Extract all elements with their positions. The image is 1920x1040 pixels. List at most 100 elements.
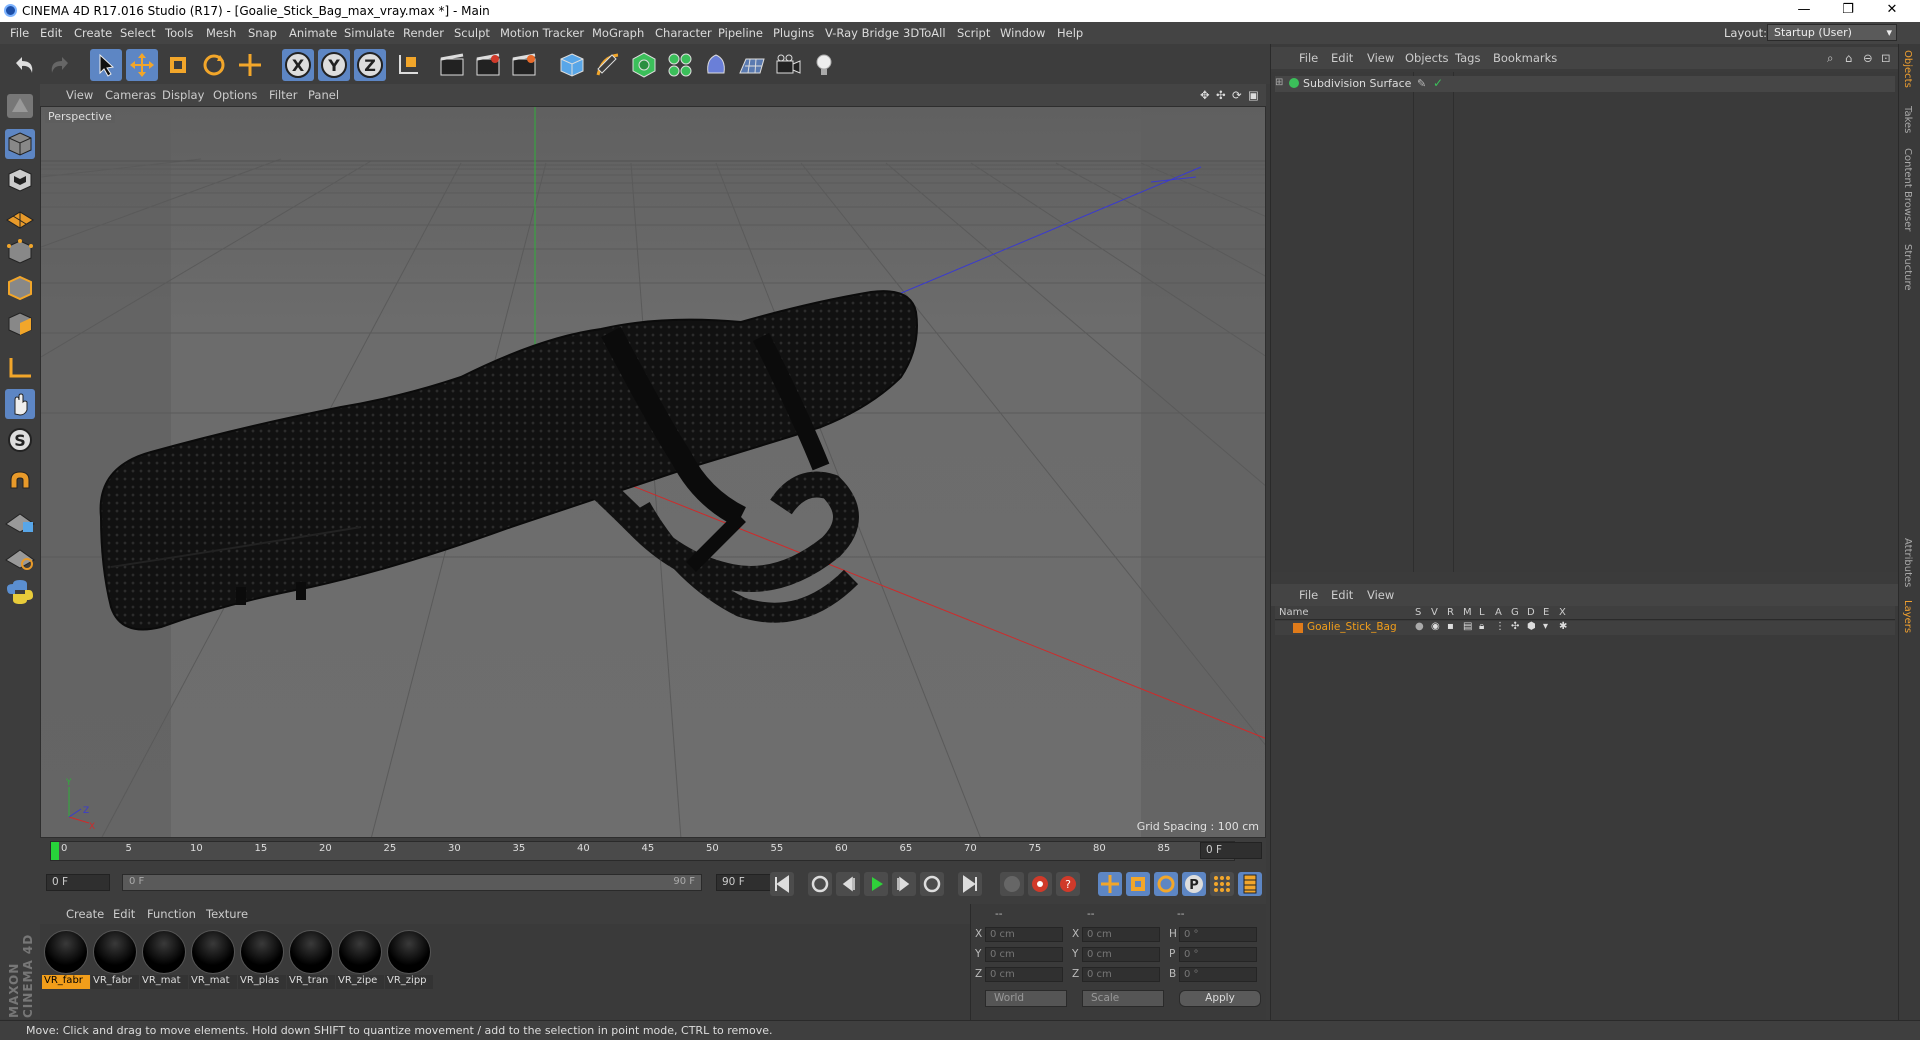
autokey-button[interactable] (1028, 872, 1052, 896)
viewport-menu-panel[interactable]: Panel (308, 88, 339, 102)
rotate-tool-button[interactable] (198, 49, 230, 81)
viewport-move-icon[interactable]: ✥ (1200, 88, 1210, 102)
make-editable-button[interactable] (3, 90, 37, 122)
deformer-button[interactable] (700, 49, 732, 81)
manager-toggle-icon[interactable]: ▤ (1463, 621, 1472, 632)
object-row-subdivision-surface[interactable]: ⊞ Subdivision Surface ✎ ✓ (1275, 76, 1895, 92)
workplane-mode-button[interactable] (3, 200, 37, 232)
restore-button[interactable]: ❐ (1826, 0, 1870, 22)
menu-plugins[interactable]: Plugins (773, 26, 814, 40)
menu-vray-bridge[interactable]: V-Ray Bridge (825, 26, 899, 40)
menu-select[interactable]: Select (120, 26, 155, 40)
y-axis-lock-button[interactable]: Y (318, 49, 350, 81)
camera-button[interactable] (772, 49, 804, 81)
scale-tool-button[interactable] (162, 49, 194, 81)
menu-pipeline[interactable]: Pipeline (718, 26, 763, 40)
menu-help[interactable]: Help (1057, 26, 1083, 40)
polygons-mode-button[interactable] (3, 308, 37, 340)
render-settings-button[interactable] (508, 49, 540, 81)
tab-layers[interactable]: Layers (1902, 600, 1913, 633)
render-picture-viewer-button[interactable] (472, 49, 504, 81)
next-frame-button[interactable] (892, 872, 916, 896)
python-button[interactable] (3, 576, 37, 608)
render-view-button[interactable] (436, 49, 468, 81)
lock-icon[interactable]: 🔒︎ (1479, 621, 1484, 632)
menu-snap[interactable]: Snap (248, 26, 277, 40)
key-rotation-button[interactable] (1154, 872, 1178, 896)
home-icon[interactable]: ⌂ (1845, 51, 1852, 65)
menu-animate[interactable]: Animate (289, 26, 337, 40)
next-key-button[interactable] (920, 872, 944, 896)
position-x-field[interactable]: 0 cm (985, 927, 1063, 942)
goto-end-button[interactable] (958, 872, 982, 896)
viewport-menu-view[interactable]: View (66, 88, 93, 102)
material-item[interactable]: VR_zipe (336, 928, 384, 989)
menu-tools[interactable]: Tools (165, 26, 193, 40)
checkmark-icon[interactable]: ✓ (1433, 76, 1443, 90)
z-axis-lock-button[interactable]: Z (354, 49, 386, 81)
undo-button[interactable] (8, 49, 40, 81)
cube-button[interactable] (556, 49, 588, 81)
floor-button[interactable] (736, 49, 768, 81)
menu-mograph[interactable]: MoGraph (592, 26, 644, 40)
new-window-icon[interactable]: ⊡ (1881, 51, 1891, 65)
menu-window[interactable]: Window (1000, 26, 1045, 40)
viewport-menu-display[interactable]: Display (162, 88, 204, 102)
timeline-track[interactable]: 0 5 10 15 20 25 30 35 40 45 50 55 60 65 … (50, 841, 1235, 861)
viewport-menu-filter[interactable]: Filter (269, 88, 297, 102)
redo-button[interactable] (44, 49, 76, 81)
prev-frame-button[interactable] (836, 872, 860, 896)
locked-workplane-button[interactable] (3, 504, 37, 536)
menu-edit[interactable]: Edit (40, 26, 62, 40)
viewport-maximize-icon[interactable]: ▣ (1248, 88, 1259, 102)
menu-create[interactable]: Create (74, 26, 112, 40)
rotation-b-field[interactable]: 0 ° (1179, 967, 1257, 982)
layer-color-swatch[interactable] (1293, 623, 1303, 633)
key-pla-button[interactable] (1210, 872, 1234, 896)
coordinate-system-button[interactable] (392, 49, 424, 81)
layer-row-goalie-stick-bag[interactable]: Goalie_Stick_Bag ● ◉ ▪ ▤ 🔒︎ ⋮ ✣ ⬢ ▾ ✱ (1275, 621, 1895, 635)
material-item[interactable]: VR_plas (238, 928, 286, 989)
menu-mesh[interactable]: Mesh (206, 26, 236, 40)
viewport-rotate-icon[interactable]: ⟳ (1232, 88, 1242, 102)
menu-render[interactable]: Render (403, 26, 444, 40)
prev-key-button[interactable] (808, 872, 832, 896)
visibility-eye-icon[interactable]: ◉ (1431, 621, 1440, 632)
objects-menu-edit[interactable]: Edit (1331, 51, 1353, 65)
keyframe-selection-button[interactable]: ? (1056, 872, 1080, 896)
recent-tool-button[interactable] (234, 49, 266, 81)
material-item[interactable]: VR_tran (287, 928, 335, 989)
generators-toggle-icon[interactable]: ✣ (1511, 621, 1519, 632)
layers-menu-view[interactable]: View (1367, 588, 1394, 602)
timeline-window-button[interactable] (1238, 872, 1262, 896)
search-icon[interactable]: ⌕ (1827, 51, 1833, 66)
coordinate-space-dropdown[interactable]: World (985, 990, 1067, 1007)
material-menu-texture[interactable]: Texture (206, 907, 248, 921)
position-y-field[interactable]: 0 cm (985, 947, 1063, 962)
timeline-ruler[interactable]: 0 5 10 15 20 25 30 35 40 45 50 55 60 65 … (40, 838, 1266, 864)
render-toggle-icon[interactable]: ▪ (1447, 621, 1454, 632)
tab-attributes[interactable]: Attributes (1902, 538, 1913, 587)
close-button[interactable]: ✕ (1870, 0, 1914, 22)
points-mode-button[interactable] (3, 236, 37, 268)
material-item[interactable]: VR_fabr (91, 928, 139, 989)
objects-menu-tags[interactable]: Tags (1455, 51, 1480, 65)
material-item[interactable]: VR_zipp (385, 928, 433, 989)
material-menu-create[interactable]: Create (66, 907, 104, 921)
expand-icon[interactable]: ⊞ (1275, 77, 1283, 88)
rotation-p-field[interactable]: 0 ° (1179, 947, 1257, 962)
objects-menu-file[interactable]: File (1299, 51, 1318, 65)
play-button[interactable] (864, 872, 888, 896)
rotation-h-field[interactable]: 0 ° (1179, 927, 1257, 942)
pen-spline-button[interactable] (592, 49, 624, 81)
edges-mode-button[interactable] (3, 272, 37, 304)
tab-content-browser[interactable]: Content Browser (1902, 148, 1913, 231)
viewport-menu-options[interactable]: Options (213, 88, 257, 102)
objects-menu-view[interactable]: View (1367, 51, 1394, 65)
menu-sculpt[interactable]: Sculpt (454, 26, 490, 40)
size-z-field[interactable]: 0 cm (1082, 967, 1160, 982)
apply-button[interactable]: Apply (1179, 990, 1261, 1007)
layers-menu-file[interactable]: File (1299, 588, 1318, 602)
tab-objects[interactable]: Objects (1902, 50, 1913, 88)
cloner-button[interactable] (664, 49, 696, 81)
